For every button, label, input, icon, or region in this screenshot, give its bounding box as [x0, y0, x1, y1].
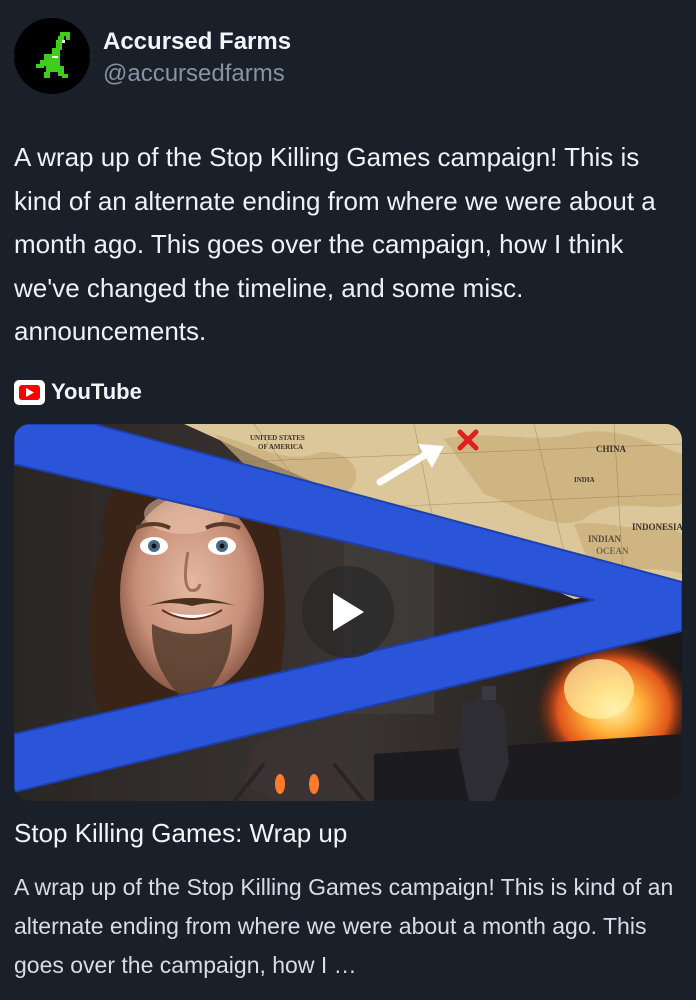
youtube-logo-icon — [14, 379, 45, 405]
play-icon — [333, 593, 364, 631]
author-handle[interactable]: @accursedfarms — [103, 60, 285, 88]
source-name: YouTube — [51, 379, 142, 404]
map-label-usa: UNITED STATES — [250, 434, 305, 442]
post-header: Accursed Farms @accursedfarms — [14, 18, 674, 96]
map-label-ocean: OCEAN — [596, 546, 629, 556]
map-label-indian: INDIAN — [588, 534, 622, 544]
link-description: A wrap up of the Stop Killing Games camp… — [14, 874, 674, 978]
green-pixel-creature-icon — [14, 18, 90, 94]
map-label-india: INDIA — [574, 476, 595, 484]
map-label-indonesia: INDONESIA — [632, 522, 682, 532]
link-source: YouTube — [14, 377, 142, 407]
play-button[interactable] — [302, 566, 394, 658]
post-text: A wrap up of the Stop Killing Games camp… — [14, 142, 656, 346]
link-title[interactable]: Stop Killing Games: Wrap up — [14, 818, 347, 849]
map-label-china: CHINA — [596, 444, 627, 454]
avatar[interactable] — [14, 18, 90, 94]
map-label-usa-2: OF AMERICA — [258, 443, 303, 451]
author-display-name[interactable]: Accursed Farms — [103, 28, 291, 56]
video-thumbnail[interactable]: UNITED STATES OF AMERICA CHINA INDIA IND… — [14, 424, 682, 801]
